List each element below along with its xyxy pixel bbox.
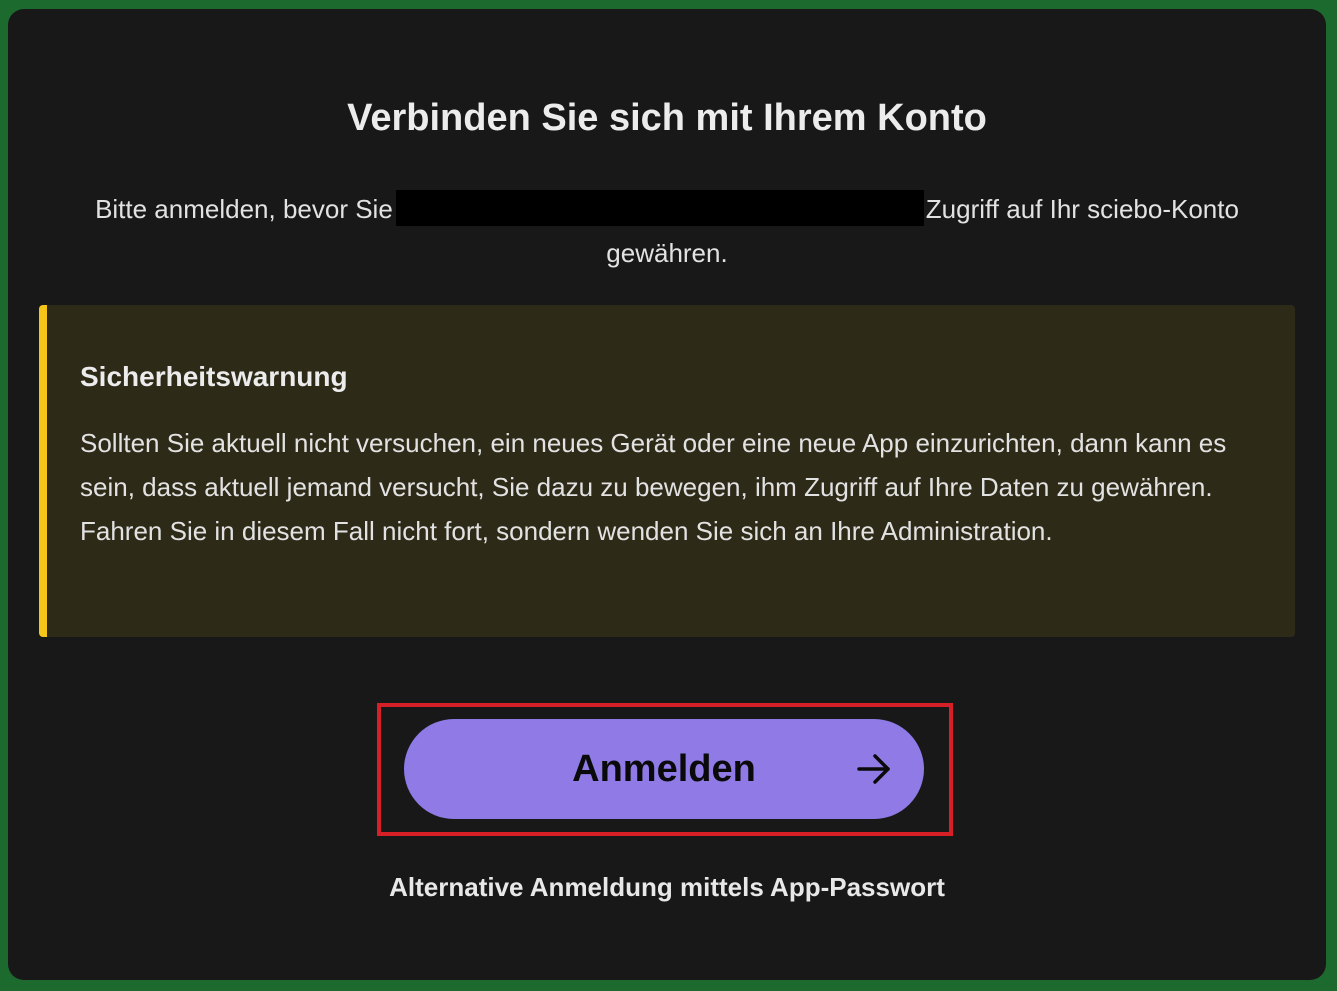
intro-text-before: Bitte anmelden, bevor Sie — [95, 194, 393, 224]
arrow-right-icon — [857, 754, 890, 784]
warning-title: Sicherheitswarnung — [80, 361, 348, 392]
intro-line-1: Bitte anmelden, bevor Sie Zugriff auf Ihr… — [8, 187, 1326, 231]
intro-text: Bitte anmelden, bevor Sie Zugriff auf Ihr… — [8, 187, 1326, 275]
login-button[interactable]: Anmelden — [404, 719, 924, 819]
page-title: Verbinden Sie sich mit Ihrem Konto — [347, 97, 987, 139]
redacted-app-name — [395, 190, 924, 226]
login-button-label: Anmelden — [572, 748, 756, 790]
intro-line-2: gewähren. — [606, 238, 728, 268]
alternative-login-link[interactable]: Alternative Anmeldung mittels App-Passwo… — [8, 867, 1326, 907]
intro-text-after: Zugriff auf Ihr sciebo-Konto — [925, 194, 1239, 224]
login-flow-card: Verbinden Sie sich mit Ihrem Konto Bitte… — [8, 9, 1326, 980]
warning-text: Sollten Sie aktuell nicht versuchen, ein… — [80, 428, 1227, 546]
security-warning-box: Sicherheitswarnung Sollten Sie aktuell n… — [39, 305, 1295, 637]
